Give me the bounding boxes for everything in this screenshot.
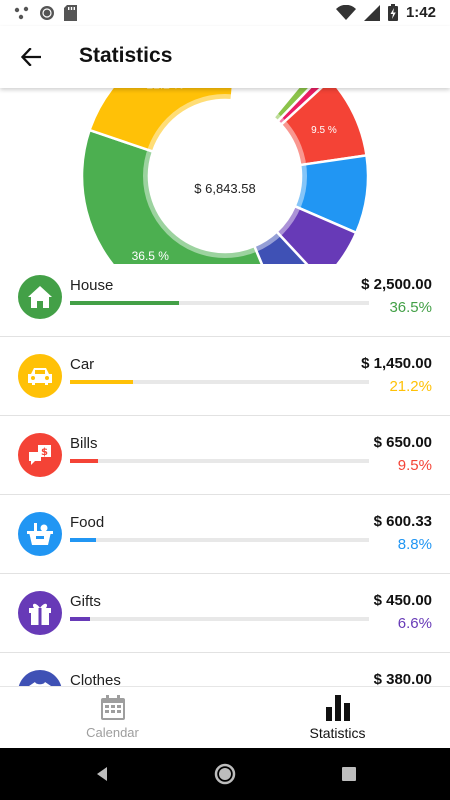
category-amount: $ 380.00 <box>373 671 432 686</box>
donut-chart: 21.2 %36.5 %9.5 %$ 6,843.58 <box>0 88 450 264</box>
category-row-food[interactable]: Food $ 600.33 8.8% <box>0 495 450 574</box>
recents-square-icon[interactable] <box>337 762 361 786</box>
category-progress-track <box>70 617 369 621</box>
donut-total-label: $ 6,843.58 <box>194 181 255 196</box>
circle-icon <box>40 6 54 20</box>
donut-chart-svg: 21.2 %36.5 %9.5 %$ 6,843.58 <box>80 88 370 264</box>
category-percent: 21.2% <box>389 378 432 395</box>
signal-icon <box>363 4 380 21</box>
category-row-house[interactable]: House $ 2,500.00 36.5% <box>0 258 450 337</box>
category-progress-fill <box>70 538 97 542</box>
category-row-bills[interactable]: $ Bills $ 650.00 9.5% <box>0 416 450 495</box>
category-row-gifts[interactable]: Gifts $ 450.00 6.6% <box>0 574 450 653</box>
category-name: Food <box>70 514 105 531</box>
svg-text:$: $ <box>41 447 48 458</box>
calendar-icon <box>100 695 125 720</box>
donut-center <box>151 102 299 250</box>
status-bar: 1:42 <box>0 0 450 26</box>
category-name: House <box>70 277 114 294</box>
category-row-clothes[interactable]: Clothes $ 380.00 <box>0 653 450 686</box>
bar-chart-icon <box>325 695 350 721</box>
category-progress-track <box>70 380 369 384</box>
category-name: Gifts <box>70 593 101 610</box>
page-title: Statistics <box>79 44 173 67</box>
category-percent: 36.5% <box>389 299 432 316</box>
bottom-navigation: Calendar Statistics <box>0 686 450 748</box>
house-icon <box>18 275 62 319</box>
gift-icon <box>18 591 62 635</box>
category-percent: 6.6% <box>397 615 432 632</box>
category-name: Clothes <box>70 672 121 686</box>
category-progress-fill <box>70 301 180 305</box>
nav-calendar-label: Calendar <box>86 725 139 740</box>
nav-statistics[interactable]: Statistics <box>225 687 450 749</box>
clothes-icon <box>18 670 62 686</box>
app-bar: Statistics <box>0 26 450 88</box>
category-progress-fill <box>70 380 134 384</box>
category-progress-track <box>70 538 369 542</box>
home-circle-icon[interactable] <box>213 762 237 786</box>
category-amount: $ 450.00 <box>373 592 432 609</box>
bills-icon: $ <box>18 433 62 477</box>
category-list: House $ 2,500.00 36.5% Car $ 1,450.00 21.2% $ B… <box>0 258 450 686</box>
category-name: Bills <box>70 435 98 452</box>
status-right: 1:42 <box>335 4 436 21</box>
status-left <box>14 5 77 21</box>
category-progress-fill <box>70 617 90 621</box>
donut-label-bills: 9.5 % <box>311 125 337 136</box>
dots-icon <box>14 6 29 20</box>
donut-label-car: 21.2 % <box>146 88 184 91</box>
food-basket-icon <box>18 512 62 556</box>
car-icon <box>18 354 62 398</box>
arrow-left-icon <box>21 48 41 66</box>
category-amount: $ 2,500.00 <box>361 276 432 293</box>
category-amount: $ 1,450.00 <box>361 355 432 372</box>
category-amount: $ 600.33 <box>373 513 432 530</box>
battery-icon <box>387 4 398 21</box>
status-time: 1:42 <box>405 4 436 21</box>
category-amount: $ 650.00 <box>373 434 432 451</box>
category-name: Car <box>70 356 95 373</box>
category-progress-fill <box>70 459 99 463</box>
category-percent: 9.5% <box>397 457 432 474</box>
category-percent: 8.8% <box>397 536 432 553</box>
nav-calendar[interactable]: Calendar <box>0 687 225 749</box>
category-row-car[interactable]: Car $ 1,450.00 21.2% <box>0 337 450 416</box>
wifi-icon <box>335 4 356 20</box>
statistics-content[interactable]: 21.2 %36.5 %9.5 %$ 6,843.58 House$ 2,500… <box>0 88 450 686</box>
back-button[interactable] <box>16 42 46 72</box>
category-progress-track <box>70 301 369 305</box>
nav-statistics-label: Statistics <box>309 725 366 741</box>
sd-card-icon <box>64 5 77 21</box>
category-progress-track <box>70 459 369 463</box>
back-triangle-icon[interactable] <box>90 762 114 786</box>
system-navigation-bar <box>0 748 450 800</box>
